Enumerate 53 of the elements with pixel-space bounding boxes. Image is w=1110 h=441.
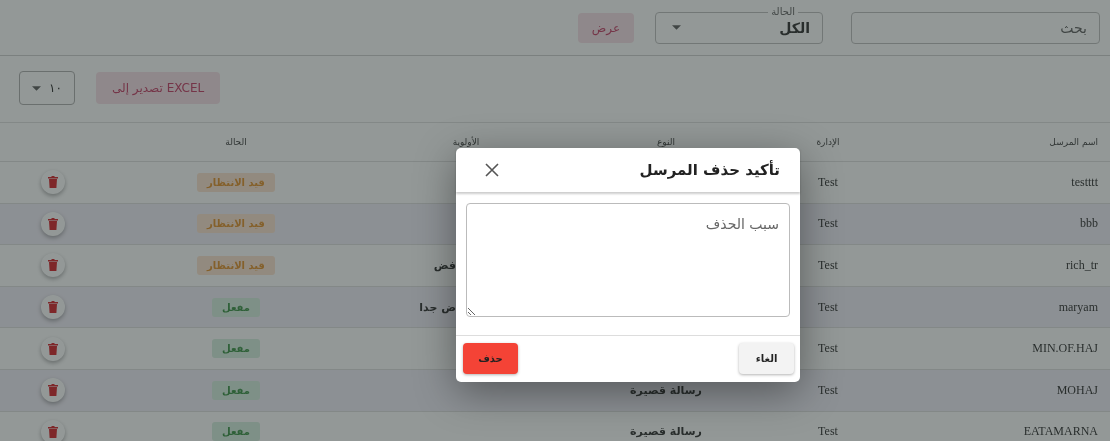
table-cell-text: maryam xyxy=(1057,299,1099,315)
status-badge: قيد الانتظار xyxy=(197,214,275,234)
delete-button[interactable] xyxy=(41,253,65,278)
table-cell-text: Test xyxy=(817,258,839,273)
delete-button[interactable] xyxy=(41,170,65,195)
caret-icon xyxy=(32,85,42,91)
status-badge: مفعل xyxy=(212,339,260,359)
table-cell: ض جدا xyxy=(419,300,456,314)
trash-icon xyxy=(48,259,58,272)
table-cell: فض xyxy=(433,259,456,272)
column-header: النوع xyxy=(656,137,676,147)
table-cell-text: MIN.OF.HAJ xyxy=(1031,341,1099,357)
search-field[interactable]: بحث xyxy=(851,11,1100,44)
export-button[interactable]: تصدير إلى EXCEL xyxy=(96,72,221,104)
delete-confirm-button[interactable]: حذف xyxy=(463,343,518,374)
column-header: اسم المرسل xyxy=(1048,137,1099,147)
column-header: الحالة xyxy=(224,137,248,147)
page-size-select[interactable]: ١٠ xyxy=(19,71,75,105)
trash-icon xyxy=(48,384,58,397)
table-cell-text: Test xyxy=(817,341,839,357)
table-cell: رسالة قصيرة xyxy=(630,425,702,439)
status-badge: مفعل xyxy=(212,380,260,400)
table-cell-text: Test xyxy=(817,299,839,315)
reason-field[interactable]: سبب الحذف xyxy=(466,203,790,317)
column-header: الأولوية xyxy=(451,137,481,147)
trash-icon xyxy=(48,301,58,314)
dialog-title: تأكيد حذف المرسل xyxy=(639,161,780,179)
status-badge: مفعل xyxy=(212,422,260,441)
table-cell-text: bbb xyxy=(1079,216,1099,232)
delete-button[interactable] xyxy=(41,295,65,320)
show-button[interactable]: عرض xyxy=(578,12,634,43)
table-cell-text: MOHAJ xyxy=(1055,382,1099,398)
table-cell-text: EATAMARNA xyxy=(1022,424,1099,440)
status-badge: مفعل xyxy=(212,297,260,317)
table-cell-text: Test xyxy=(817,382,839,398)
column-header: الإدارة xyxy=(815,137,841,147)
status-badge: قيد الانتظار xyxy=(197,256,275,275)
trash-icon xyxy=(48,176,58,189)
trash-icon xyxy=(48,342,58,355)
table-cell-text: Test xyxy=(817,174,839,190)
delete-button[interactable] xyxy=(41,419,65,441)
delete-button[interactable] xyxy=(41,378,65,403)
delete-button[interactable] xyxy=(41,211,65,236)
trash-icon xyxy=(48,217,58,230)
status-badge: قيد الانتظار xyxy=(197,172,275,192)
table-cell: رسالة قصيرة xyxy=(630,383,702,397)
caret-icon xyxy=(672,25,681,30)
table-cell-text: Test xyxy=(817,424,839,440)
cancel-button[interactable]: الغاء xyxy=(739,343,794,374)
table-cell-text: testttt xyxy=(1070,174,1099,190)
delete-button[interactable] xyxy=(41,336,65,361)
table-cell-text: rich_tr xyxy=(1065,258,1099,273)
trash-icon xyxy=(48,425,58,438)
